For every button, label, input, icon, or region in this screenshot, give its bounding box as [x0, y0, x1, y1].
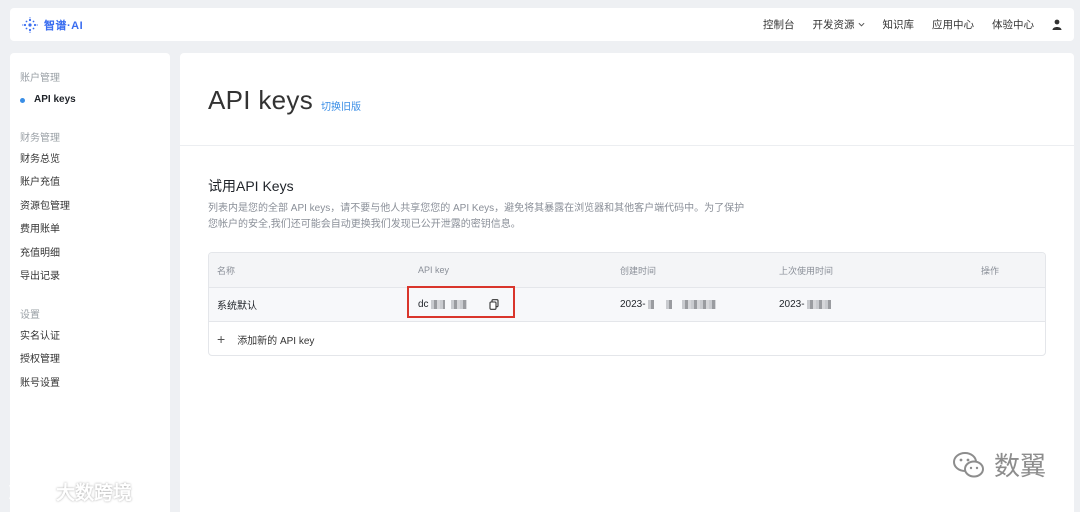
sidebar-item-account-settings[interactable]: 账号设置	[10, 377, 170, 401]
plus-icon: +	[217, 331, 226, 347]
sidebar-group-finance: 财务管理	[20, 132, 60, 144]
add-api-key-label: 添加新的 API key	[237, 335, 315, 347]
nav-knowledge-base[interactable]: 知识库	[883, 17, 915, 32]
col-last-used: 上次使用时间	[779, 265, 834, 276]
top-bar: 智谱·AI 控制台 开发资源 知识库 应用中心 体验中心	[10, 8, 1074, 41]
section-description: 列表内是您的全部 API keys，请不要与他人共享您您的 API Keys，避…	[208, 203, 745, 230]
col-created: 创建时间	[620, 265, 657, 276]
api-keys-table: 名称 API key 创建时间 上次使用时间 操作 系统默认 dc 2023-	[208, 252, 1046, 356]
sidebar-item-label: API keys	[34, 94, 76, 105]
watermark-left: 大数跨境	[8, 478, 132, 505]
chevron-down-icon	[858, 22, 864, 27]
sidebar-item-recharge[interactable]: 账户充值	[10, 176, 170, 200]
switch-old-version-link[interactable]: 切换旧版	[321, 98, 361, 113]
nav-console[interactable]: 控制台	[763, 17, 795, 32]
watermark-left-text: 大数跨境	[56, 483, 133, 504]
sidebar-group-account: 账户管理	[20, 73, 60, 84]
created-time-text: 2023-	[620, 299, 646, 310]
watermark-right: 数翼	[952, 446, 1046, 483]
sidebar-item-recharge-details[interactable]: 充值明细	[10, 247, 170, 271]
redacted-date-blur	[647, 300, 654, 309]
table-header: 名称 API key 创建时间 上次使用时间 操作	[209, 253, 1045, 288]
redacted-date-blur	[681, 300, 716, 309]
col-name: 名称	[217, 265, 236, 276]
page-title: API keys	[208, 85, 313, 115]
main-panel: API keys 切换旧版 试用API Keys 列表内是您的全部 API ke…	[180, 53, 1074, 512]
table-row: 系统默认 dc 2023- 2023-	[209, 288, 1045, 322]
watermark-logo-icon	[9, 483, 41, 499]
sidebar-item-real-name[interactable]: 实名认证	[10, 330, 170, 354]
sidebar-item-resource-packages[interactable]: 资源包管理	[10, 200, 170, 224]
nav-experience-center[interactable]: 体验中心	[992, 17, 1034, 32]
page-header: API keys 切换旧版	[180, 53, 1074, 146]
redacted-date-blur	[806, 300, 831, 309]
sidebar-group-settings: 设置	[20, 309, 40, 321]
sidebar: 账户管理 API keys 财务管理 财务总览 账户充值 资源包管理 费用账单 …	[10, 53, 170, 512]
sidebar-item-authorization[interactable]: 授权管理	[10, 353, 170, 377]
last-used-text: 2023-	[779, 299, 805, 310]
nav-app-center[interactable]: 应用中心	[932, 17, 974, 32]
last-used-time: 2023-	[779, 299, 831, 310]
sidebar-item-export-records[interactable]: 导出记录	[10, 270, 170, 294]
user-icon[interactable]	[1052, 19, 1062, 30]
brand-name: 智谱·AI	[44, 19, 84, 32]
add-api-key-button[interactable]: + 添加新的 API key	[209, 322, 1045, 355]
sidebar-item-finance-overview[interactable]: 财务总览	[10, 153, 170, 177]
watermark-right-text: 数翼	[994, 451, 1047, 481]
nav-dev-resources[interactable]: 开发资源	[813, 17, 865, 32]
brand-logo[interactable]: 智谱·AI	[22, 16, 84, 33]
wechat-icon	[953, 451, 984, 477]
col-api-key: API key	[418, 265, 450, 275]
sidebar-item-bills[interactable]: 费用账单	[10, 223, 170, 247]
section-title: 试用API Keys	[208, 178, 294, 194]
top-nav: 控制台 开发资源 知识库 应用中心 体验中心	[763, 17, 1062, 32]
highlight-annotation-box	[407, 286, 515, 318]
sidebar-item-api-keys[interactable]: API keys	[10, 93, 170, 117]
redacted-date-blur	[665, 300, 672, 309]
key-name: 系统默认	[217, 301, 257, 312]
zhipu-logo-icon	[22, 16, 38, 33]
active-indicator-dot	[20, 98, 25, 103]
col-actions: 操作	[981, 265, 1000, 276]
created-time: 2023-	[620, 299, 716, 310]
nav-dev-resources-label: 开发资源	[812, 19, 855, 31]
